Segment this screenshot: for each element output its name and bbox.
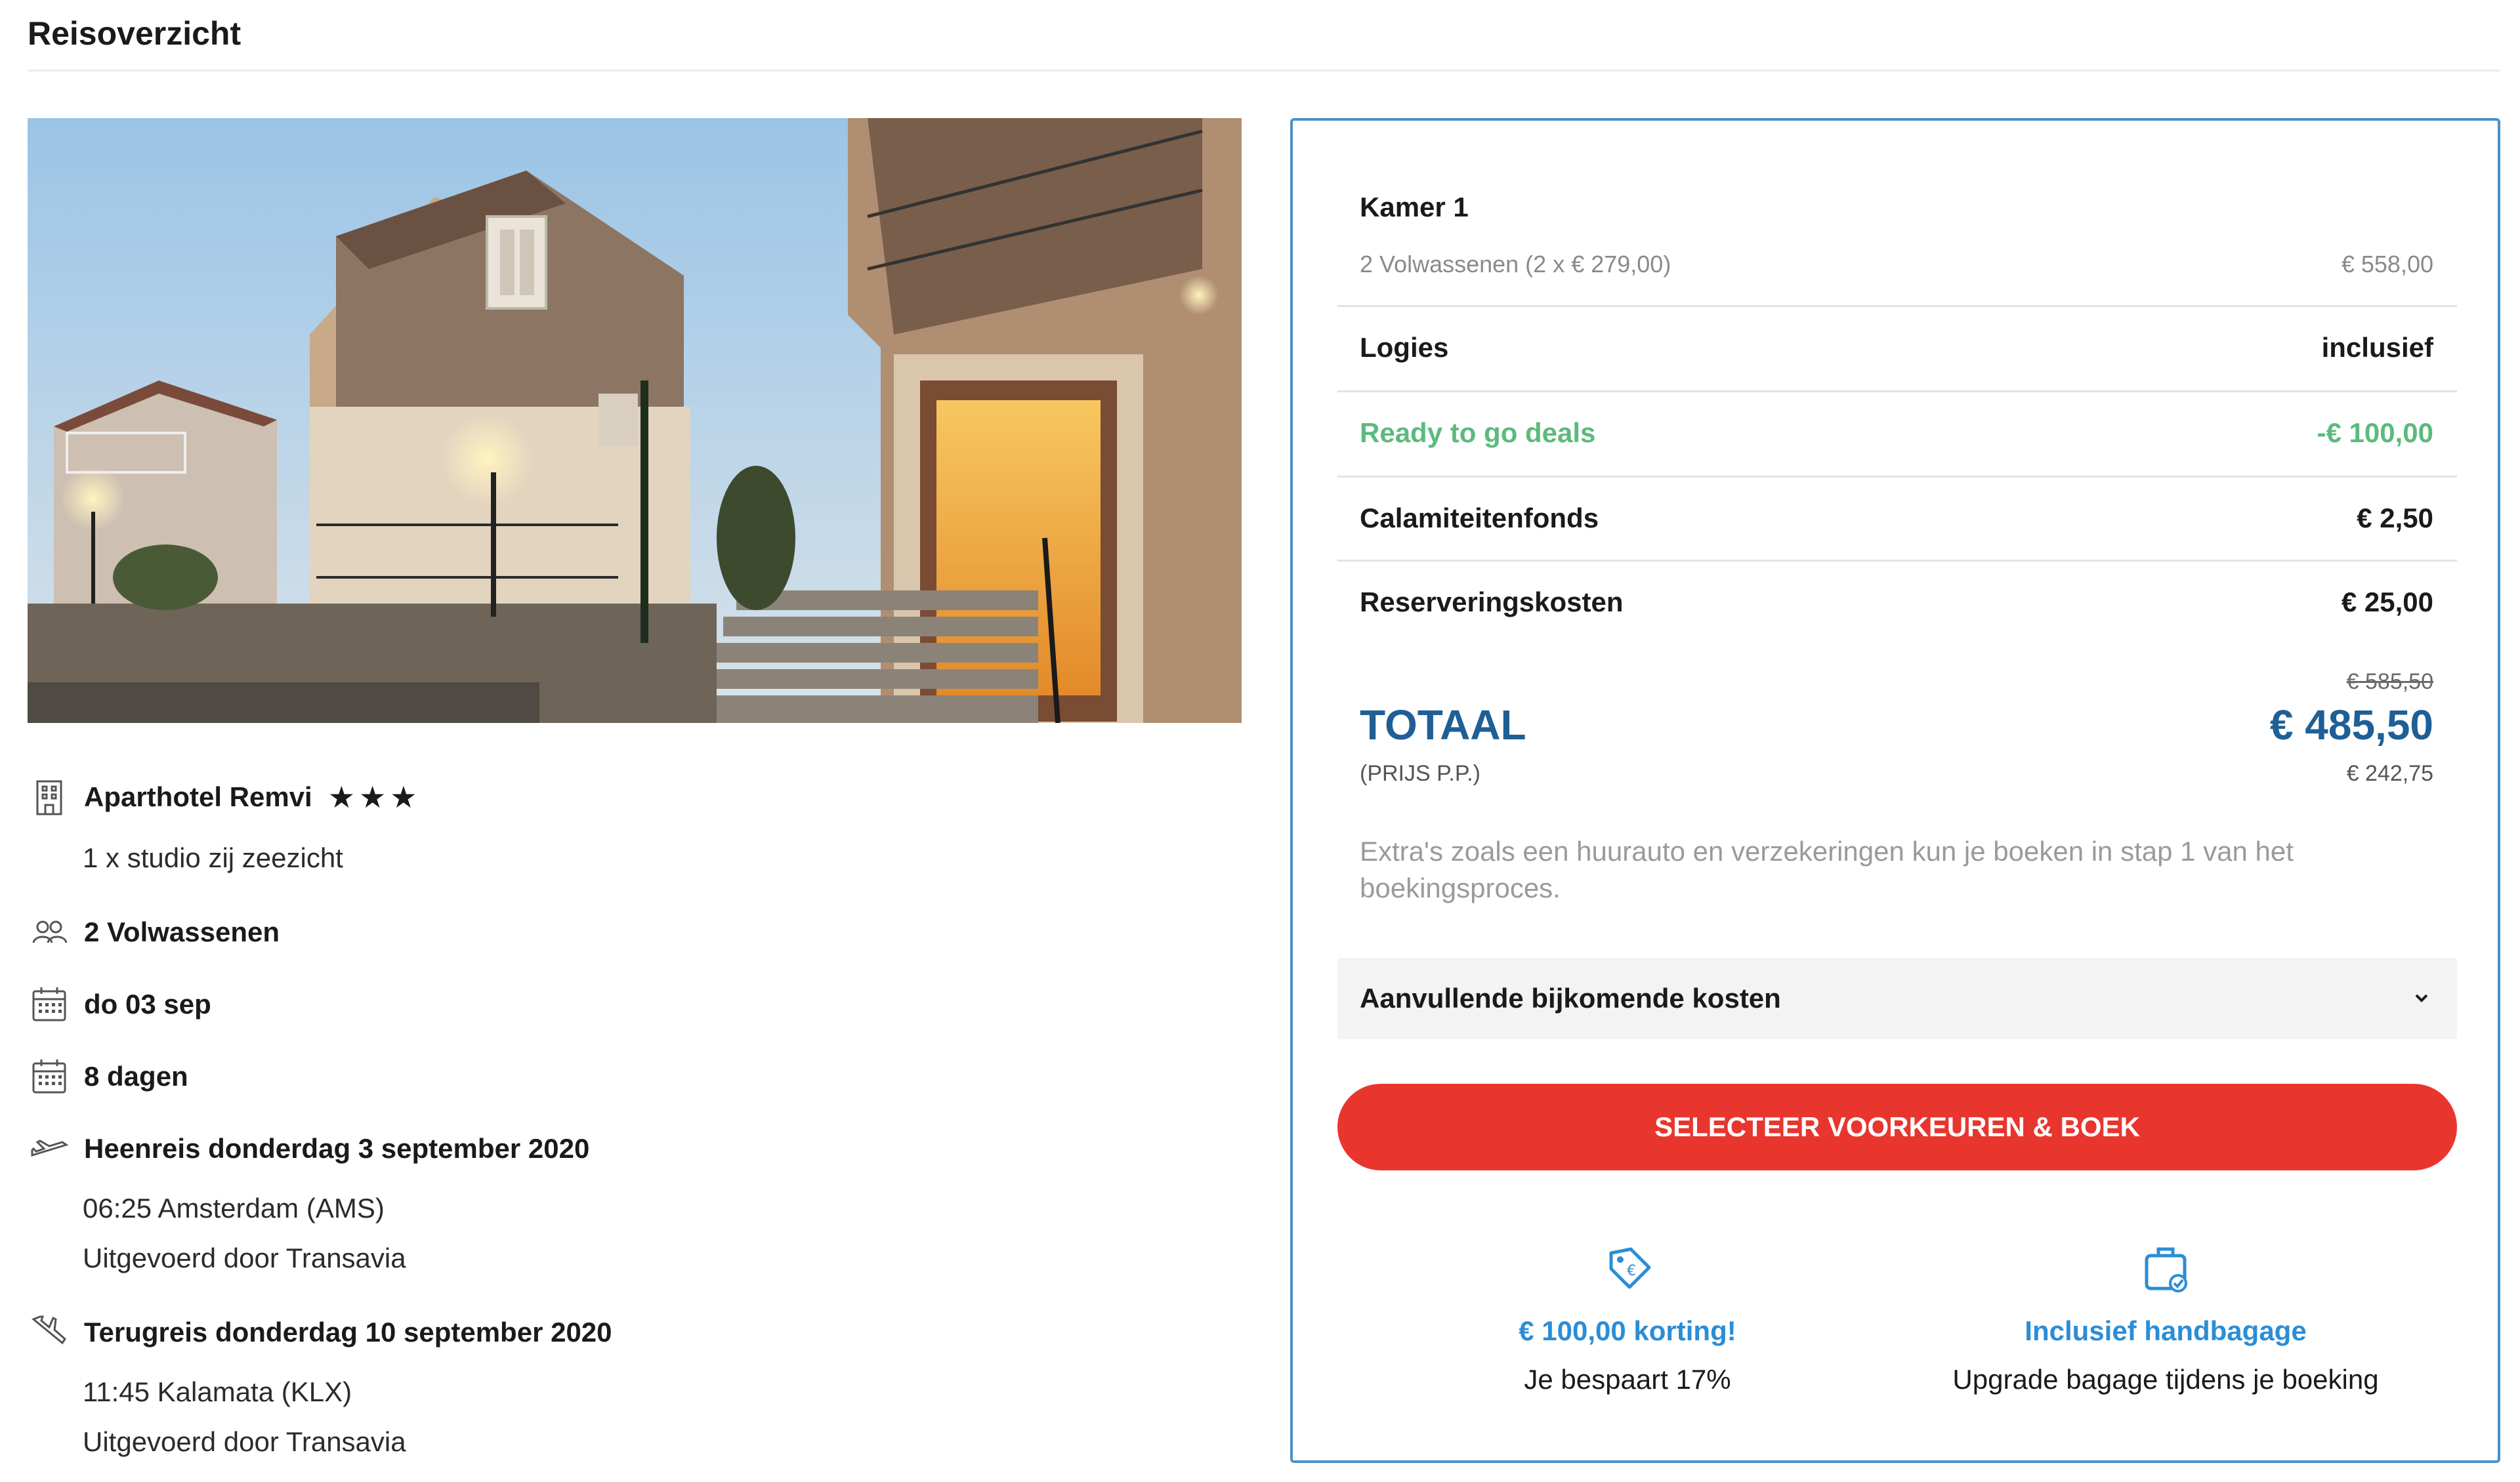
calendar-icon xyxy=(28,983,71,1026)
duration-row: 8 dagen xyxy=(28,1055,188,1098)
departure-date: do 03 sep xyxy=(84,989,211,1019)
star-icon: ★ xyxy=(390,780,417,814)
star-icon: ★ xyxy=(358,780,387,814)
svg-text:€: € xyxy=(1627,1263,1636,1279)
star-rating: ★ ★ ★ xyxy=(328,782,417,812)
divider xyxy=(1337,476,2457,478)
price-per-person-label: (PRIJS P.P.) xyxy=(1360,761,1480,786)
old-total-price: € 585,50 xyxy=(2346,669,2433,694)
travellers-row: 2 Volwassenen xyxy=(28,911,280,954)
hotel-name: Aparthotel Remvi xyxy=(84,781,312,812)
row-value-calamity-fund: € 2,50 xyxy=(2357,503,2433,533)
duration: 8 dagen xyxy=(84,1061,188,1092)
usp-discount-text: Je bespaart 17% xyxy=(1524,1364,1731,1395)
price-tag-icon: € xyxy=(1609,1247,1651,1289)
return-time: 11:45 Kalamata (KLX) xyxy=(83,1376,352,1407)
title-divider xyxy=(28,70,2500,72)
divider xyxy=(1337,560,2457,562)
plane-departure-icon xyxy=(28,1127,71,1170)
return-row: Terugreis donderdag 10 september 2020 xyxy=(28,1311,612,1354)
room-detail: 2 Volwassenen (2 x € 279,00) xyxy=(1360,251,1671,278)
room-type: 1 x studio zij zeezicht xyxy=(83,842,343,873)
hotel-photo xyxy=(28,118,1242,723)
extras-note: Extra's zoals een huurauto en verzekerin… xyxy=(1360,836,2294,903)
usp-discount-title: € 100,00 korting! xyxy=(1519,1315,1736,1346)
row-value-logies: inclusief xyxy=(2321,332,2433,363)
chevron-down-icon xyxy=(2415,994,2428,1002)
outbound-time: 06:25 Amsterdam (AMS) xyxy=(83,1193,385,1224)
star-icon: ★ xyxy=(327,780,355,814)
calendar-icon xyxy=(28,1055,71,1098)
plane-arrival-icon xyxy=(28,1311,71,1354)
return-operator: Uitgevoerd door Transavia xyxy=(83,1426,406,1457)
additional-costs-accordion[interactable]: Aanvullende bijkomende kosten xyxy=(1337,958,2457,1039)
divider xyxy=(1337,305,2457,307)
outbound-operator: Uitgevoerd door Transavia xyxy=(83,1243,406,1273)
usp-hand-luggage: Inclusief handbagage Upgrade bagage tijd… xyxy=(1916,1240,2415,1395)
luggage-icon xyxy=(2145,1247,2187,1292)
row-label-booking-fee: Reserveringskosten xyxy=(1360,587,1624,617)
travellers: 2 Volwassenen xyxy=(84,916,280,947)
select-preferences-book-button[interactable]: SELECTEER VOORKEUREN & BOEK xyxy=(1337,1084,2457,1170)
price-per-person: € 242,75 xyxy=(2346,761,2433,786)
page-title: Reisoverzicht xyxy=(28,15,242,52)
building-icon xyxy=(28,775,71,819)
total-price: € 485,50 xyxy=(2269,701,2433,749)
row-value-deal: -€ 100,00 xyxy=(2317,417,2433,448)
divider xyxy=(1337,390,2457,392)
accordion-label: Aanvullende bijkomende kosten xyxy=(1360,983,1781,1014)
row-label-logies: Logies xyxy=(1360,332,1449,363)
usp-discount: € € 100,00 korting! Je bespaart 17% xyxy=(1378,1240,1877,1395)
date-row: do 03 sep xyxy=(28,983,211,1026)
outbound-row: Heenreis donderdag 3 september 2020 xyxy=(28,1127,589,1170)
row-label-deal: Ready to go deals xyxy=(1360,417,1596,448)
people-icon xyxy=(28,911,71,954)
row-label-calamity-fund: Calamiteitenfonds xyxy=(1360,503,1599,533)
row-value-booking-fee: € 25,00 xyxy=(2341,587,2433,617)
outbound-title: Heenreis donderdag 3 september 2020 xyxy=(84,1133,590,1164)
return-title: Terugreis donderdag 10 september 2020 xyxy=(84,1317,612,1348)
usp-luggage-title: Inclusief handbagage xyxy=(2025,1315,2307,1346)
room-title: Kamer 1 xyxy=(1360,192,1469,222)
hotel-row: Aparthotel Remvi ★ ★ ★ xyxy=(28,775,417,819)
room-price: € 558,00 xyxy=(2341,251,2433,278)
usp-luggage-text: Upgrade bagage tijdens je boeking xyxy=(1952,1364,2379,1395)
total-label: TOTAAL xyxy=(1360,701,1526,749)
